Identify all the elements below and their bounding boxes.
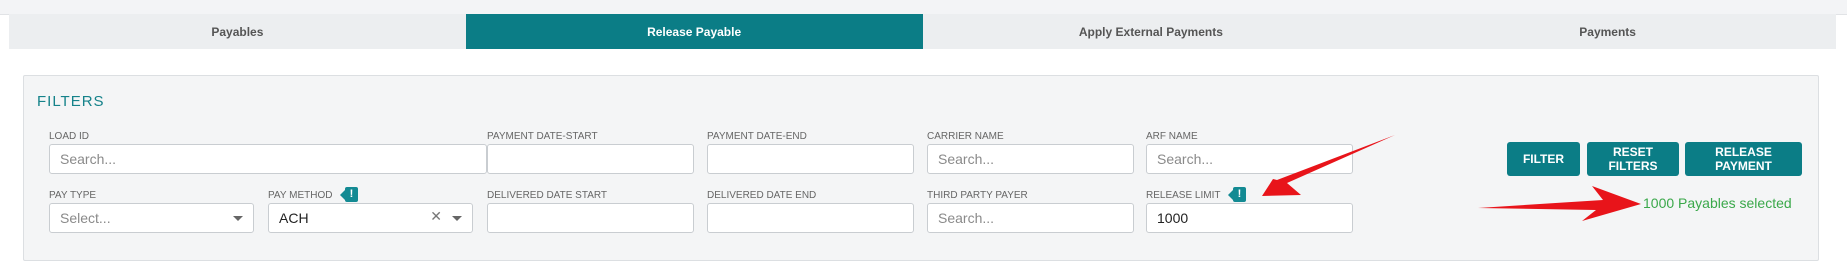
filters-panel: FILTERS LOAD ID PAYMENT DATE-START PAYME…	[23, 75, 1819, 261]
tab-payments[interactable]: Payments	[1379, 14, 1836, 49]
pay-method-select[interactable]: ACH ✕	[268, 203, 473, 233]
payment-date-end-input[interactable]	[707, 144, 914, 174]
filter-button[interactable]: FILTER	[1507, 142, 1580, 176]
arf-name-label: ARF NAME	[1146, 131, 1198, 142]
close-icon[interactable]: ✕	[430, 208, 442, 225]
delivered-date-end-input[interactable]	[707, 203, 914, 233]
filters-title: FILTERS	[37, 93, 105, 110]
carrier-name-label: CARRIER NAME	[927, 131, 1004, 142]
tab-apply-external-payments[interactable]: Apply External Payments	[922, 14, 1380, 49]
third-party-payer-input[interactable]	[927, 203, 1134, 233]
reset-filters-button[interactable]: RESET FILTERS	[1587, 142, 1679, 176]
release-limit-label: RELEASE LIMIT	[1146, 190, 1221, 201]
top-bar	[0, 0, 1847, 15]
payment-date-start-label: PAYMENT DATE-START	[487, 131, 598, 142]
tab-payables[interactable]: Payables	[9, 14, 466, 49]
tab-bar: Payables Release Payable Apply External …	[9, 14, 1836, 49]
carrier-name-input[interactable]	[927, 144, 1134, 174]
pay-type-placeholder: Select...	[60, 210, 111, 226]
pay-method-value: ACH	[279, 210, 309, 226]
info-icon[interactable]: !	[340, 187, 358, 202]
delivered-date-start-input[interactable]	[487, 203, 694, 233]
chevron-down-icon[interactable]	[452, 216, 462, 221]
arf-name-input[interactable]	[1146, 144, 1353, 174]
payables-selected-status: 1000 Payables selected	[1643, 195, 1792, 211]
load-id-input[interactable]	[49, 144, 487, 174]
tab-release-payable[interactable]: Release Payable	[465, 14, 923, 49]
delivered-date-end-label: DELIVERED DATE END	[707, 190, 817, 201]
payment-date-end-label: PAYMENT DATE-END	[707, 131, 807, 142]
delivered-date-start-label: DELIVERED DATE START	[487, 190, 608, 201]
payment-date-start-input[interactable]	[487, 144, 694, 174]
release-payment-button[interactable]: RELEASE PAYMENT	[1685, 142, 1802, 176]
pay-type-select[interactable]: Select...	[49, 203, 254, 233]
info-icon[interactable]: !	[1228, 187, 1246, 202]
pay-type-label: PAY TYPE	[49, 190, 97, 201]
load-id-label: LOAD ID	[49, 131, 90, 142]
third-party-payer-label: THIRD PARTY PAYER	[927, 190, 1028, 201]
release-limit-input[interactable]	[1146, 203, 1353, 233]
pay-method-label: PAY METHOD	[268, 190, 333, 201]
chevron-down-icon[interactable]	[233, 216, 243, 221]
